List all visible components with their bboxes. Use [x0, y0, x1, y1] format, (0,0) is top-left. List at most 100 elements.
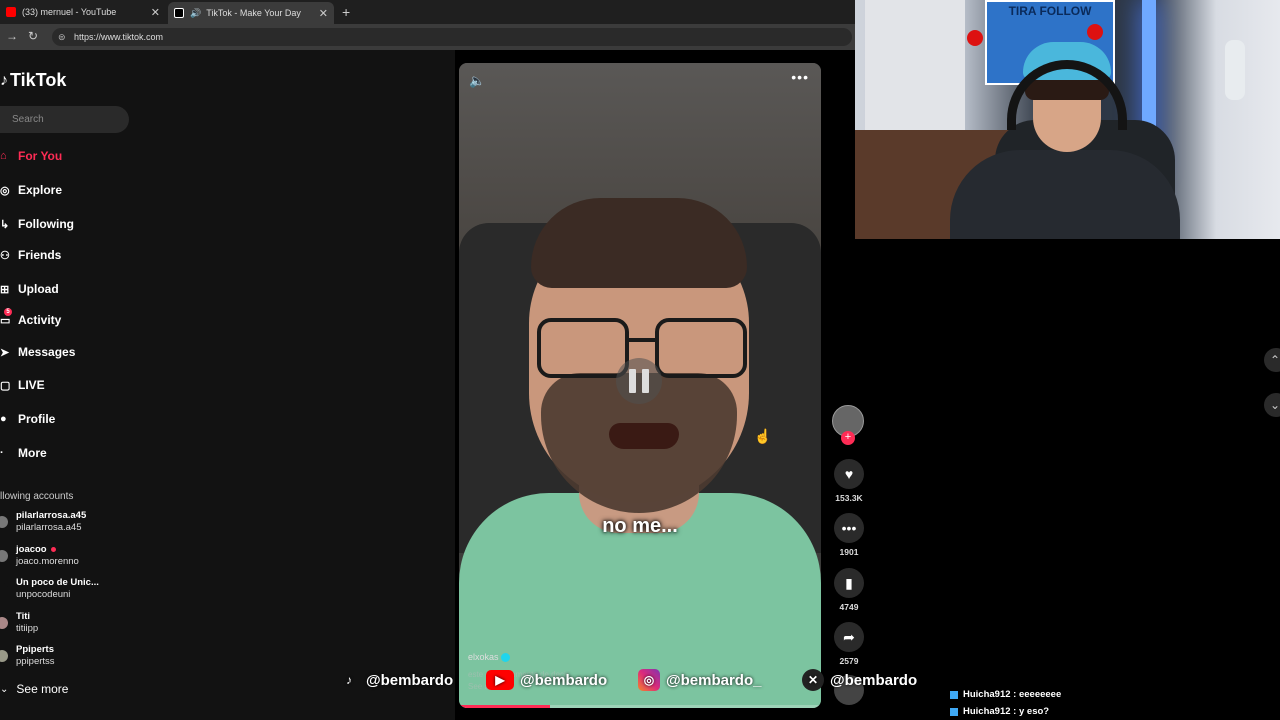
reload-icon[interactable]: ↻	[28, 29, 38, 43]
heart-icon: ♥	[834, 459, 864, 489]
new-tab-button[interactable]: +	[342, 4, 350, 20]
forward-icon[interactable]: →	[6, 29, 18, 43]
account-item[interactable]: Un poco de Unic... unpocodeuni	[0, 577, 120, 603]
video-caption: no me...	[602, 515, 678, 537]
close-icon[interactable]: ✕	[319, 7, 328, 20]
comment-button[interactable]: ••• 1901	[833, 513, 865, 557]
video-player[interactable]: 🔈 ••• no me... elxokas este es el moment…	[459, 63, 821, 708]
youtube-icon: ▶	[486, 670, 514, 690]
instagram-icon: ◎	[638, 669, 660, 691]
search-placeholder: Search	[12, 114, 44, 125]
webcam-figure	[1225, 40, 1245, 100]
more-options-icon[interactable]: •••	[791, 69, 809, 85]
site-info-icon[interactable]: ⊜	[58, 28, 66, 46]
friends-icon: ⚇	[0, 249, 10, 262]
social-x: ✕ @bembardo	[802, 664, 917, 696]
tiktok-icon: ♪	[346, 673, 352, 687]
activity-badge: 5	[4, 308, 12, 316]
hand-cursor-icon: ☝	[754, 428, 772, 444]
search-input[interactable]: Search	[0, 106, 129, 133]
nav-label: For You	[18, 149, 63, 163]
more-icon: ·	[0, 447, 4, 459]
account-handle: titiipp	[16, 623, 39, 634]
account-item[interactable]: Titi titiipp	[0, 611, 120, 637]
nav-messages[interactable]: ➤ Messages	[0, 342, 75, 362]
nav-live[interactable]: ▢ LIVE	[0, 375, 45, 395]
tab-tiktok[interactable]: 🔊 TikTok - Make Your Day ✕	[168, 2, 334, 24]
upload-icon: ⊞	[0, 283, 10, 296]
nav-for-you[interactable]: ⌂ For You	[0, 146, 62, 166]
following-accounts-header: llowing accounts	[0, 491, 74, 502]
close-icon[interactable]: ✕	[151, 6, 160, 19]
sidebar: ♪ TikTok Search ⌂ For You ◎ Explore ↳ Fo…	[0, 50, 455, 720]
chat-text: y eso?	[1018, 706, 1050, 717]
nav-activity[interactable]: 5 ▭ Activity	[0, 308, 61, 330]
account-item[interactable]: pilarlarrosa.a45 pilarlarrosa.a45	[0, 510, 120, 536]
chat-user: Huicha912	[963, 706, 1011, 717]
like-button[interactable]: ♥ 153.3K	[833, 459, 865, 503]
volume-icon[interactable]: 🔈	[469, 73, 485, 89]
live-icon: ▢	[0, 379, 11, 392]
glasses-lens-right	[655, 318, 747, 378]
webcam-person-body	[950, 150, 1180, 239]
action-bar: + ♥ 153.3K ••• 1901 ▮ 4749 ➦ 2579	[832, 405, 866, 705]
save-button[interactable]: ▮ 4749	[833, 568, 865, 612]
speaker-icon: 🔊	[190, 7, 202, 18]
nav-label: Explore	[18, 183, 63, 197]
pause-icon	[629, 369, 636, 393]
nav-upload[interactable]: ⊞ Upload	[0, 279, 59, 299]
heart-decoration	[967, 30, 983, 46]
previous-video-button[interactable]: ⌃	[1264, 348, 1280, 372]
pause-icon	[642, 369, 649, 393]
next-video-button[interactable]: ⌄	[1264, 393, 1280, 417]
share-button[interactable]: ➦ 2579	[833, 622, 865, 666]
chat-message: Huicha912 : eeeeeeee	[950, 686, 1280, 703]
nav-label: LIVE	[18, 378, 45, 392]
account-name: Ppiperts	[16, 644, 55, 655]
nav-explore[interactable]: ◎ Explore	[0, 180, 62, 200]
tiktok-icon	[174, 8, 184, 18]
youtube-icon	[6, 7, 16, 17]
account-name: Titi	[16, 611, 31, 622]
social-handle: @bembardo	[830, 671, 918, 689]
account-name: Un poco de Unic...	[16, 577, 99, 588]
account-name: pilarlarrosa.a45	[16, 510, 87, 521]
pause-button[interactable]	[616, 358, 662, 404]
video-author[interactable]: elxokas	[468, 652, 510, 663]
verified-icon	[500, 653, 510, 663]
see-more-button[interactable]: ⌄ See more	[0, 682, 68, 696]
account-handle: ppipertss	[16, 656, 55, 667]
comment-count: 1901	[839, 547, 859, 557]
social-handle: @bembardo	[520, 671, 608, 689]
tab-youtube[interactable]: (33) mernuel - YouTube ✕	[0, 2, 166, 22]
account-name: joacoo	[16, 544, 47, 555]
nav-profile[interactable]: ● Profile	[0, 409, 55, 429]
bookmark-icon: ▮	[834, 568, 864, 598]
social-tiktok: ♪ @bembardo	[338, 664, 453, 696]
tab-strip: (33) mernuel - YouTube ✕ 🔊 TikTok - Make…	[0, 0, 855, 24]
chevron-up-icon: ⌃	[1270, 353, 1280, 367]
follow-plus-icon[interactable]: +	[841, 431, 855, 445]
nav-label: Profile	[18, 412, 56, 426]
compass-icon: ◎	[0, 184, 10, 197]
video-progress-bar[interactable]	[459, 705, 821, 708]
see-more-label: See more	[16, 682, 69, 696]
live-indicator-icon	[50, 546, 56, 552]
account-item[interactable]: joacoo joaco.morenno	[0, 544, 120, 570]
tiktok-logo[interactable]: ♪ TikTok	[0, 70, 66, 91]
messages-icon: ➤	[0, 346, 10, 359]
address-bar: → ↻ ⊜ https://www.tiktok.com	[0, 24, 855, 50]
nav-following[interactable]: ↳ Following	[0, 214, 74, 234]
nav-more[interactable]: · More	[0, 443, 47, 463]
nav-label: Following	[18, 217, 74, 231]
url-field[interactable]: ⊜ https://www.tiktok.com	[52, 28, 852, 46]
account-item[interactable]: Ppiperts ppipertss	[0, 644, 120, 670]
nav-friends[interactable]: ⚇ Friends	[0, 245, 61, 265]
chevron-down-icon: ⌄	[0, 683, 9, 695]
url-text: https://www.tiktok.com	[74, 32, 164, 42]
webcam-overlay: TIRA FOLLOW	[855, 0, 1280, 239]
nav-label: Upload	[18, 282, 59, 296]
author-name: elxokas	[468, 652, 499, 662]
chat-text: eeeeeeee	[1018, 689, 1062, 700]
browser-chrome: (33) mernuel - YouTube ✕ 🔊 TikTok - Make…	[0, 0, 855, 50]
